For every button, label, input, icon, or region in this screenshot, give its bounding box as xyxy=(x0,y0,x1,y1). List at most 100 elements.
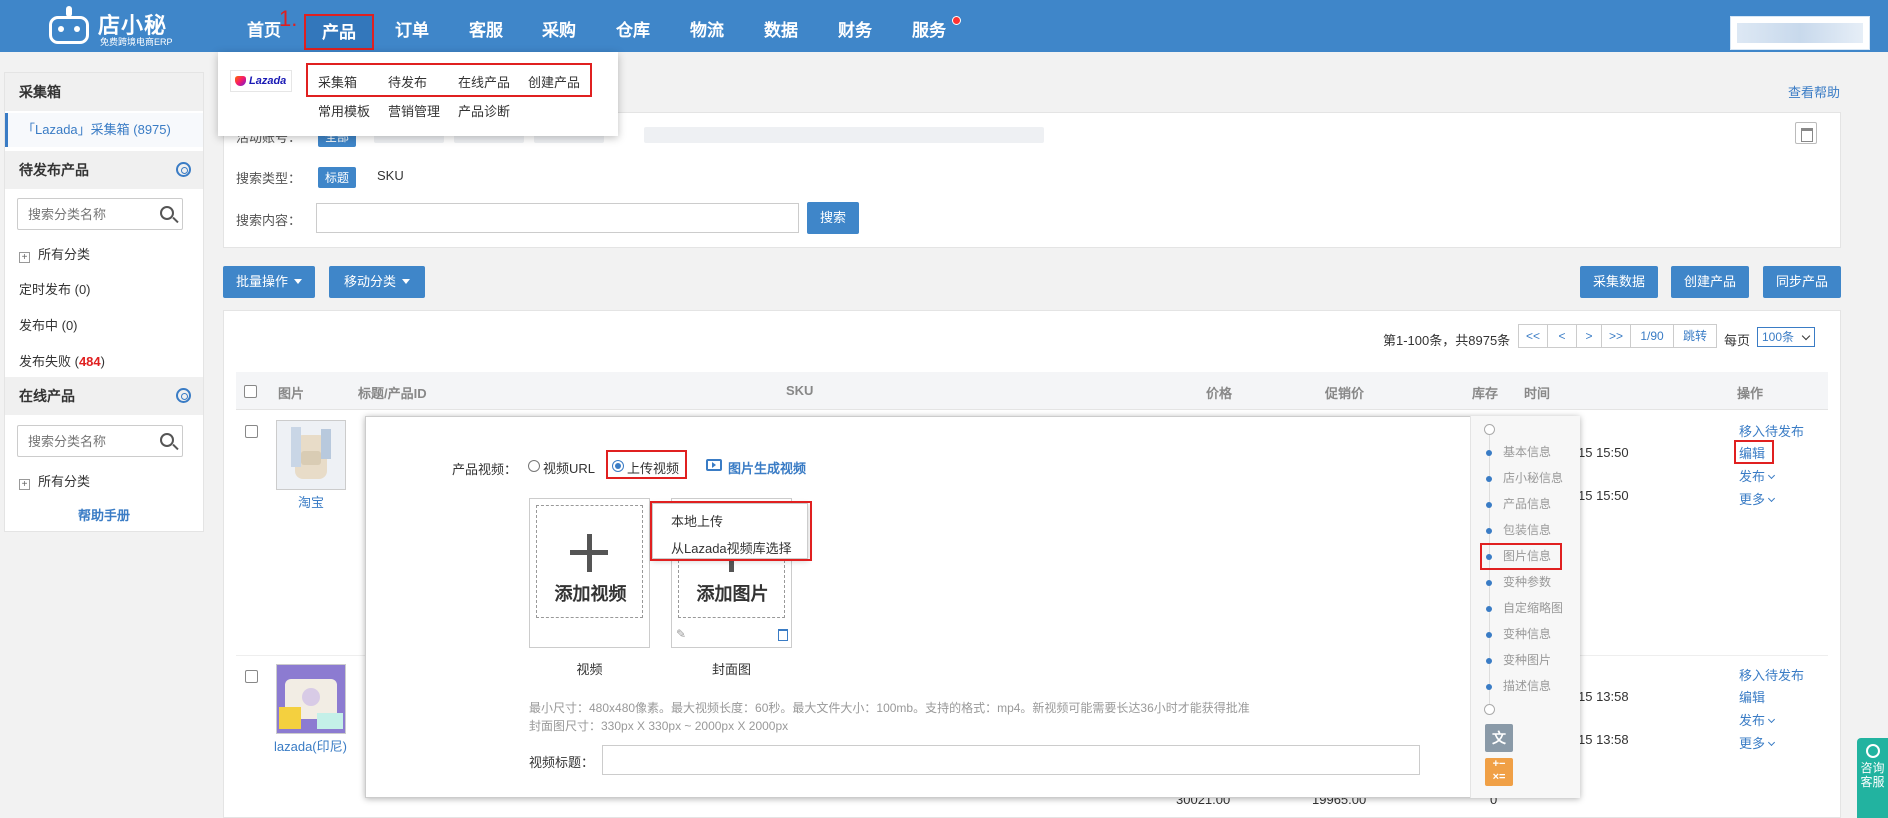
pager-jump[interactable]: 跳转 xyxy=(1673,324,1717,348)
per-page-value: 100条 xyxy=(1762,330,1795,344)
publish-dropdown[interactable]: 发布 xyxy=(1739,466,1776,485)
search-content-label: 搜索内容： xyxy=(236,213,302,228)
pager-page-indicator[interactable]: 1/90 xyxy=(1630,324,1674,348)
pager-prev[interactable]: < xyxy=(1547,324,1577,348)
video-caption: 视频 xyxy=(576,662,603,677)
row-checkbox[interactable] xyxy=(245,670,258,683)
video-title-input[interactable] xyxy=(602,745,1420,775)
add-video-dropzone[interactable]: 添加视频 xyxy=(536,505,643,618)
nav-product[interactable]: 产品 xyxy=(304,14,374,50)
expand-icon[interactable]: + xyxy=(19,252,30,263)
caret-down-icon xyxy=(294,279,302,284)
annotation-step-1: 1. xyxy=(279,6,298,31)
lazada-platform-logo[interactable]: Lazada xyxy=(230,70,292,92)
add-video-card[interactable]: 添加视频 xyxy=(529,498,650,648)
per-page-select[interactable]: 100条 xyxy=(1757,327,1815,347)
search-type-title-tag[interactable]: 标题 xyxy=(318,167,357,188)
online-category-search[interactable] xyxy=(17,425,183,457)
sidebar-item-lazada-collect[interactable]: 「Lazada」采集箱 (8975) xyxy=(5,113,203,147)
video-url-radio[interactable] xyxy=(528,460,540,472)
nav-finance[interactable]: 财务 xyxy=(835,0,875,52)
sidebar-help-link[interactable]: 帮助手册 xyxy=(5,505,203,524)
row-source-link[interactable]: 淘宝 xyxy=(298,492,324,511)
search-type-sku[interactable]: SKU xyxy=(377,168,404,183)
lazada-logo-text: Lazada xyxy=(249,75,287,87)
pending-all-category[interactable]: + 所有分类 xyxy=(19,244,90,263)
th-promo-price: 促销价 xyxy=(1325,386,1365,401)
trash-icon[interactable] xyxy=(778,629,788,641)
nav-warehouse[interactable]: 仓库 xyxy=(613,0,653,52)
create-product-button[interactable]: 创建产品 xyxy=(1671,266,1749,298)
nav-home[interactable]: 首页 xyxy=(244,0,284,52)
video-url-option[interactable]: 视频URL xyxy=(543,458,595,477)
online-settings-gear-icon[interactable] xyxy=(176,388,191,403)
stepper-variant-info[interactable]: 变种信息 xyxy=(1503,625,1551,642)
search-icon[interactable] xyxy=(160,206,174,220)
menu-diagnosis[interactable]: 产品诊断 xyxy=(458,101,510,120)
product-thumbnail-pouch[interactable] xyxy=(276,664,346,734)
pending-category-search-input[interactable] xyxy=(28,200,158,228)
consult-service-button[interactable]: 咨询客服 xyxy=(1857,738,1888,818)
sidebar-item-failed[interactable]: 发布失败 (484) xyxy=(19,351,105,370)
nav-data[interactable]: 数据 xyxy=(761,0,801,52)
pager-first[interactable]: << xyxy=(1518,324,1548,348)
expand-icon[interactable]: + xyxy=(19,479,30,490)
translate-icon[interactable]: 文 xyxy=(1485,724,1513,752)
row-source-link[interactable]: lazada(印尼) xyxy=(274,736,347,755)
annotation-box-image-info xyxy=(1480,543,1562,570)
stepper-product-info[interactable]: 产品信息 xyxy=(1503,495,1551,512)
cover-caption: 封面图 xyxy=(711,662,751,677)
menu-marketing[interactable]: 营销管理 xyxy=(388,101,440,120)
more-label: 更多 xyxy=(1739,492,1766,507)
calculator-icon[interactable]: +− ×= xyxy=(1485,758,1513,786)
user-account-box[interactable] xyxy=(1730,16,1870,50)
more-dropdown[interactable]: 更多 xyxy=(1739,733,1776,752)
nav-logistics[interactable]: 物流 xyxy=(687,0,727,52)
product-thumbnail-backpack[interactable] xyxy=(276,420,346,490)
search-content-input[interactable] xyxy=(316,203,799,233)
move-to-pending-link[interactable]: 移入待发布 xyxy=(1739,421,1804,440)
nav-purchase[interactable]: 采购 xyxy=(539,0,579,52)
search-button[interactable]: 搜索 xyxy=(807,202,859,234)
failed-count: 484 xyxy=(78,354,101,369)
stepper-description[interactable]: 描述信息 xyxy=(1503,677,1551,694)
help-link[interactable]: 查看帮助 xyxy=(1788,82,1840,101)
batch-operation-button[interactable]: 批量操作 xyxy=(223,266,315,298)
stepper-basic-info[interactable]: 基本信息 xyxy=(1503,443,1551,460)
search-icon[interactable] xyxy=(160,433,174,447)
pending-settings-gear-icon[interactable] xyxy=(176,162,191,177)
online-category-search-input[interactable] xyxy=(28,427,158,455)
sidebar-online-title: 在线产品 xyxy=(5,377,203,415)
stepper-dxm-info[interactable]: 店小秘信息 xyxy=(1503,469,1563,486)
stepper-package-info[interactable]: 包装信息 xyxy=(1503,521,1551,538)
blurred-options[interactable] xyxy=(644,127,1044,143)
image-to-video-link[interactable]: 图片生成视频 xyxy=(728,458,806,477)
move-category-button[interactable]: 移动分类 xyxy=(329,266,425,298)
sync-product-button[interactable]: 同步产品 xyxy=(1763,266,1841,298)
stepper-variant-params[interactable]: 变种参数 xyxy=(1503,573,1551,590)
sidebar-item-scheduled[interactable]: 定时发布 (0) xyxy=(19,279,91,298)
select-all-checkbox[interactable] xyxy=(244,385,257,398)
more-dropdown[interactable]: 更多 xyxy=(1739,489,1776,508)
row-time-1: 15 13:58 xyxy=(1578,689,1629,704)
pager-last[interactable]: >> xyxy=(1601,324,1631,348)
move-to-pending-link[interactable]: 移入待发布 xyxy=(1739,665,1804,684)
stepper-variant-images[interactable]: 变种图片 xyxy=(1503,651,1551,668)
sidebar-item-publishing[interactable]: 发布中 (0) xyxy=(19,315,78,334)
row-checkbox[interactable] xyxy=(245,425,258,438)
pager-next[interactable]: > xyxy=(1576,324,1602,348)
menu-templates[interactable]: 常用模板 xyxy=(318,101,370,120)
nav-service[interactable]: 客服 xyxy=(466,0,506,52)
magic-wand-icon[interactable]: ✎ xyxy=(676,627,688,641)
edit-link[interactable]: 编辑 xyxy=(1739,687,1765,706)
video-generate-icon[interactable] xyxy=(706,459,722,471)
pending-category-search[interactable] xyxy=(17,198,183,230)
publish-dropdown[interactable]: 发布 xyxy=(1739,710,1776,729)
online-all-category[interactable]: + 所有分类 xyxy=(19,471,90,490)
logo[interactable]: 店小秘 免费跨境电商ERP xyxy=(46,6,176,47)
collect-data-button[interactable]: 采集数据 xyxy=(1580,266,1658,298)
stepper-custom-thumbnail[interactable]: 自定缩略图 xyxy=(1503,599,1563,616)
collapse-filter-icon[interactable] xyxy=(1795,122,1817,144)
nav-services[interactable]: 服务 xyxy=(909,0,949,52)
nav-orders[interactable]: 订单 xyxy=(392,0,432,52)
